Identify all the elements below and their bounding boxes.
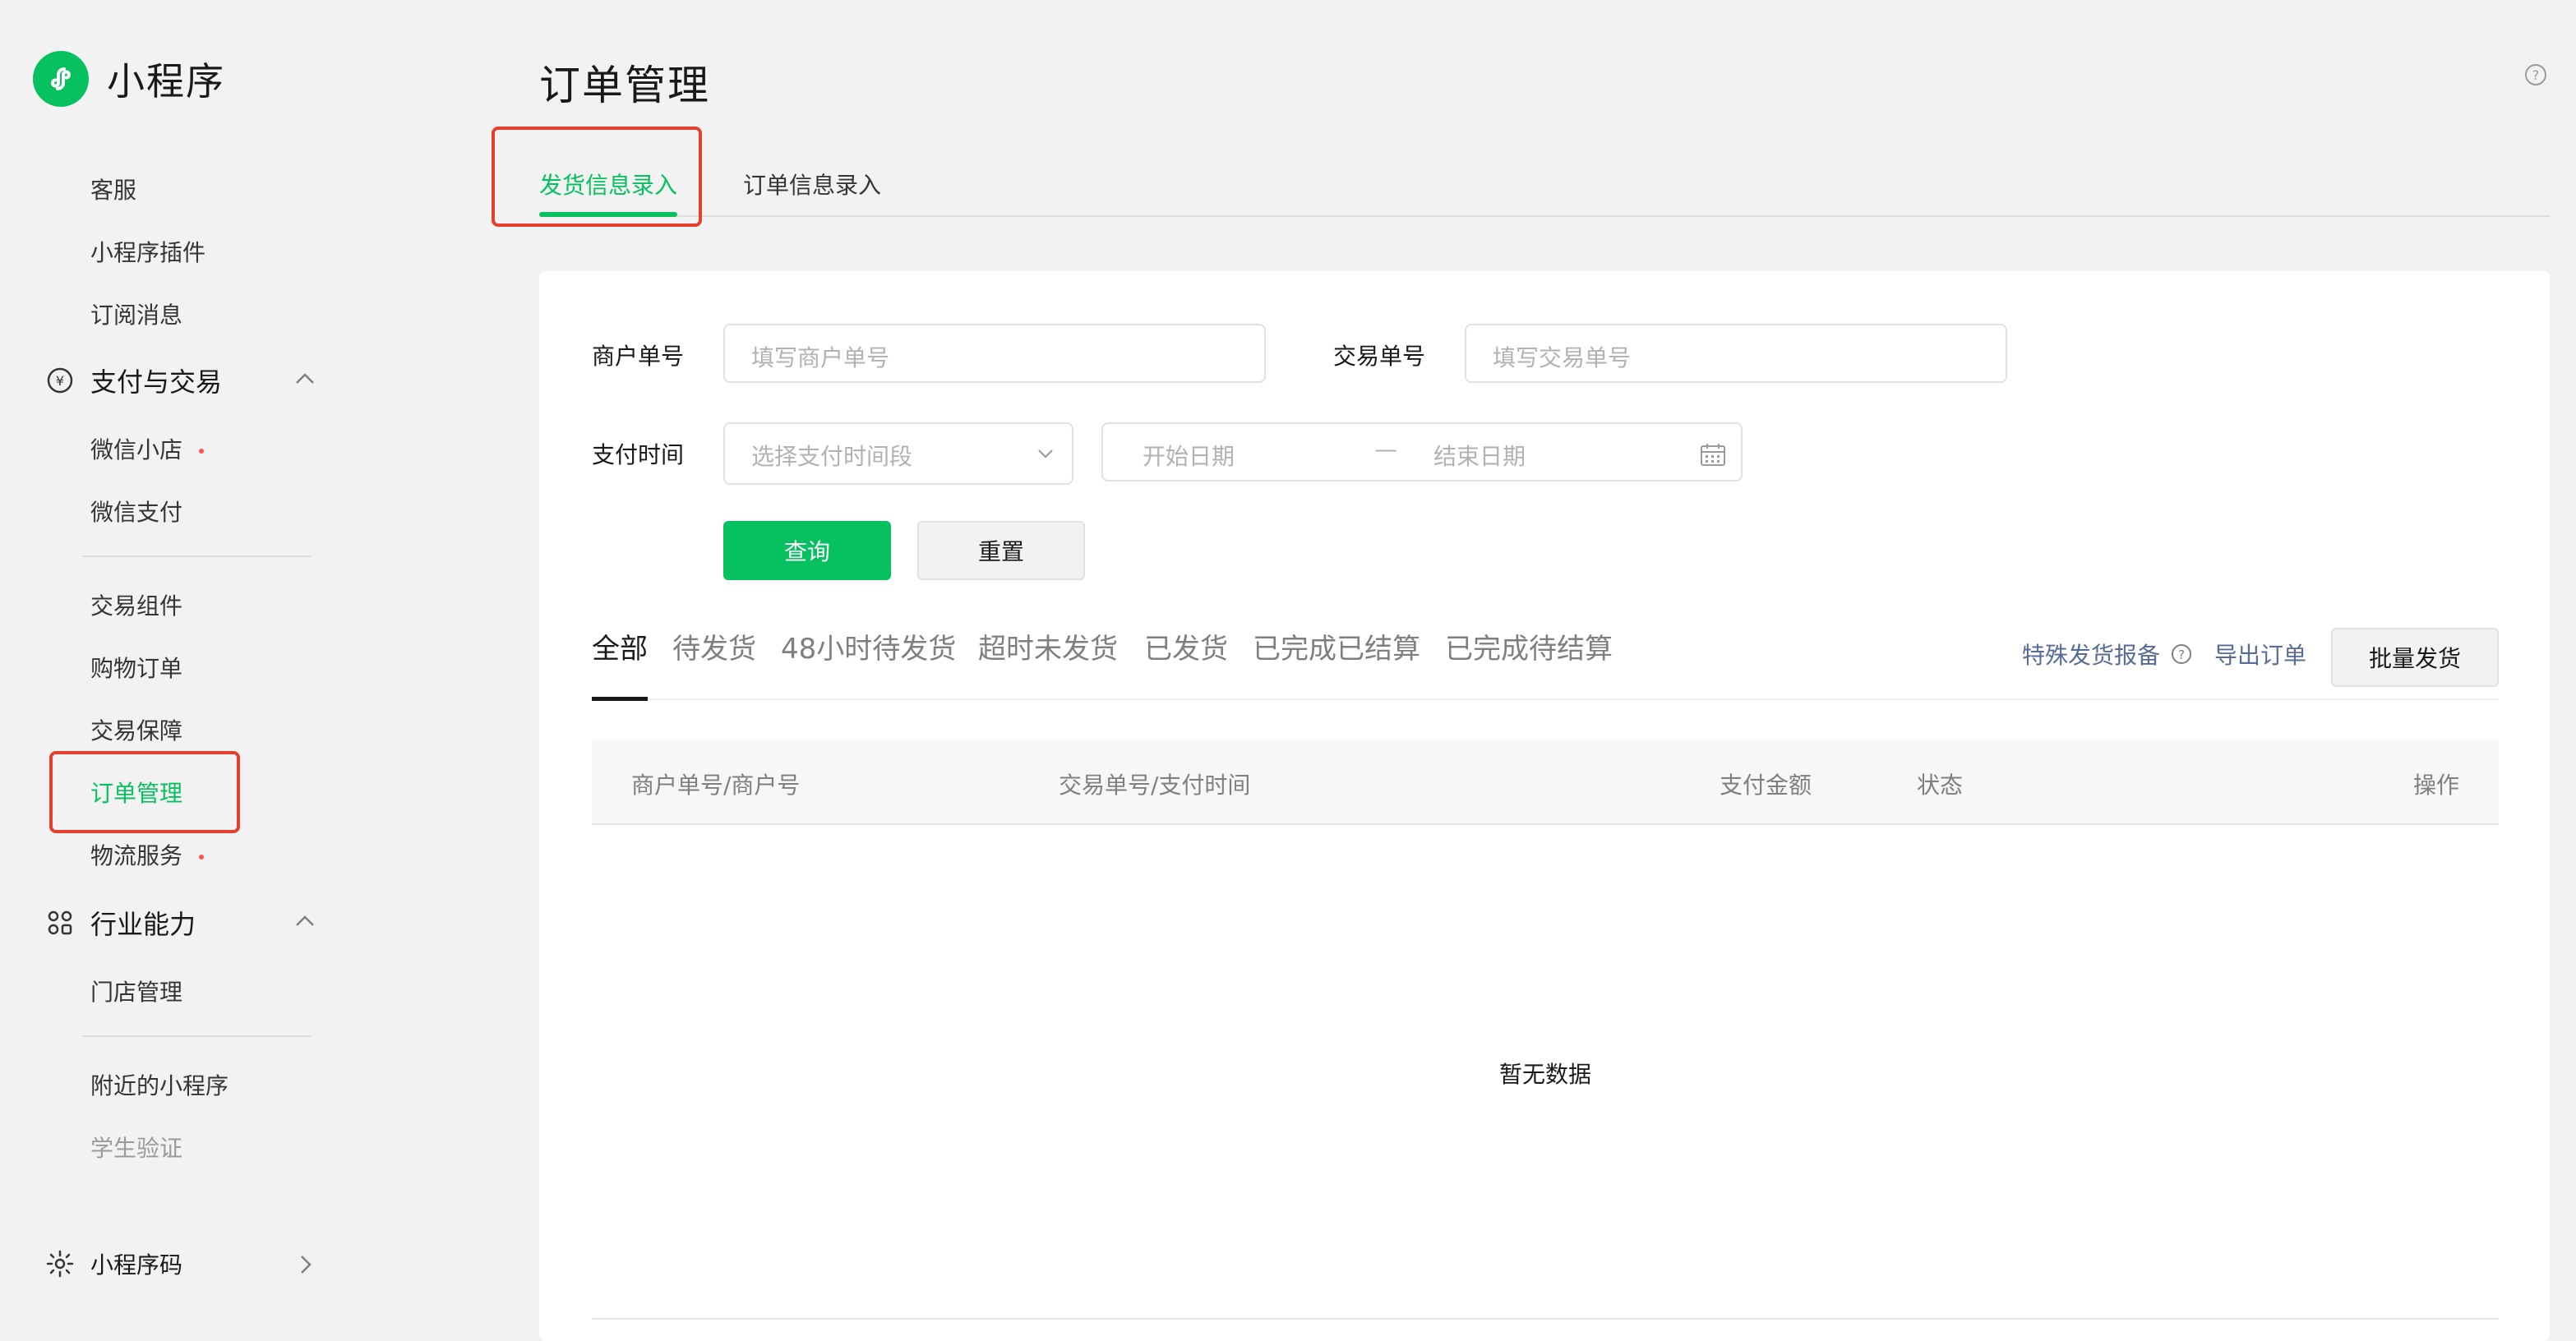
sidebar-group-label: 行业能力 [90, 909, 196, 940]
table-header: 商户单号/商户号 交易单号/支付时间 支付金额 状态 操作 [592, 740, 2499, 825]
industry-icon [44, 907, 76, 938]
mini-program-logo-icon [33, 51, 89, 107]
pay-time-select[interactable]: 选择支付时间段 [723, 422, 1073, 485]
filter-tab-settled[interactable]: 已完成已结算 [1253, 626, 1420, 666]
highlight-box-sidebar [49, 751, 240, 833]
sidebar-item-plugins[interactable]: 小程序插件 [90, 235, 205, 268]
sidebar-item-label: 物流服务 [90, 842, 183, 869]
calendar-icon [1701, 444, 1725, 466]
pay-time-placeholder: 选择支付时间段 [751, 443, 913, 470]
end-date-placeholder: 结束日期 [1433, 443, 1526, 470]
sidebar-divider [82, 555, 311, 557]
sidebar-item-shopping-orders[interactable]: 购物订单 [90, 651, 182, 684]
tabs-divider [539, 215, 2550, 217]
sidebar-group-label: 支付与交易 [90, 366, 223, 398]
brand-name: 小程序 [107, 59, 225, 104]
sidebar-item-wechat-shop[interactable]: 微信小店 [90, 432, 205, 465]
query-button[interactable]: 查询 [723, 521, 891, 580]
date-range-picker[interactable]: 开始日期 — 结束日期 [1101, 422, 1743, 482]
filter-tab-48h[interactable]: 48小时待发货 [781, 626, 956, 666]
highlight-box-tab [492, 127, 702, 227]
notification-dot [199, 855, 205, 859]
column-merchant: 商户单号/商户号 [631, 772, 801, 799]
sidebar-item-store-management[interactable]: 门店管理 [90, 975, 182, 1007]
trade-order-placeholder: 填写交易单号 [1493, 344, 1632, 371]
chevron-up-icon[interactable] [293, 909, 317, 933]
app-root: 小程序 客服 小程序插件 订阅消息 ¥ 支付与交易 微信小店 微信支付 交易组件… [0, 0, 2576, 1341]
special-report-label: 特殊发货报备 [2022, 642, 2161, 669]
chevron-up-icon[interactable] [293, 366, 317, 391]
page-title: 订单管理 [539, 62, 710, 109]
svg-text:?: ? [2178, 647, 2185, 662]
filter-tab-shipped[interactable]: 已发货 [1144, 626, 1228, 666]
special-report-link[interactable]: 特殊发货报备 ? [2022, 638, 2193, 670]
svg-text:¥: ¥ [56, 373, 64, 389]
start-date-placeholder: 开始日期 [1143, 443, 1235, 470]
sidebar-item-customer-service[interactable]: 客服 [90, 173, 136, 205]
help-icon[interactable]: ? [2523, 62, 2548, 87]
export-orders-link[interactable]: 导出订单 [2214, 638, 2306, 670]
filter-tab-to-settle[interactable]: 已完成待结算 [1445, 626, 1613, 666]
column-amount: 支付金额 [1720, 772, 1812, 799]
sidebar-item-label: 微信小店 [90, 436, 183, 463]
sidebar-item-student-verify[interactable]: 学生验证 [90, 1131, 182, 1164]
column-status: 状态 [1917, 772, 1964, 799]
active-filter-indicator [592, 697, 648, 701]
sidebar-item-wechat-pay[interactable]: 微信支付 [90, 495, 182, 528]
filter-tab-pending[interactable]: 待发货 [672, 626, 756, 666]
pay-time-label: 支付时间 [592, 441, 685, 468]
sun-icon [44, 1248, 76, 1279]
sidebar-group-payment[interactable]: ¥ 支付与交易 [44, 362, 222, 399]
reset-button[interactable]: 重置 [917, 521, 1085, 580]
sidebar-item-nearby[interactable]: 附近的小程序 [90, 1068, 229, 1101]
sidebar: 小程序 客服 小程序插件 订阅消息 ¥ 支付与交易 微信小店 微信支付 交易组件… [0, 0, 375, 1341]
svg-text:?: ? [2532, 67, 2540, 83]
chevron-down-icon [1038, 449, 1053, 459]
tab-order-info[interactable]: 订单信息录入 [743, 168, 881, 200]
filter-tab-all[interactable]: 全部 [592, 626, 648, 666]
sidebar-group-label: 小程序码 [90, 1251, 183, 1279]
sidebar-divider [82, 1035, 311, 1037]
sidebar-item-trade-component[interactable]: 交易组件 [90, 588, 182, 621]
merchant-order-input[interactable]: 填写商户单号 [723, 324, 1266, 383]
filter-tab-overdue[interactable]: 超时未发货 [978, 626, 1118, 666]
sidebar-item-subscription[interactable]: 订阅消息 [90, 297, 182, 330]
filter-divider [592, 698, 2499, 700]
sidebar-group-code[interactable]: 小程序码 [44, 1247, 182, 1280]
notification-dot [199, 449, 205, 454]
batch-ship-button[interactable]: 批量发货 [2331, 628, 2499, 687]
sidebar-item-logistics[interactable]: 物流服务 [90, 838, 205, 871]
help-icon[interactable]: ? [2170, 643, 2193, 666]
empty-state-text: 暂无数据 [1499, 1061, 1592, 1088]
merchant-order-placeholder: 填写商户单号 [751, 344, 890, 371]
trade-order-label: 交易单号 [1333, 343, 1426, 370]
sidebar-item-trade-guarantee[interactable]: 交易保障 [90, 713, 182, 746]
merchant-order-label: 商户单号 [592, 343, 685, 370]
date-separator: — [1374, 435, 1397, 463]
yen-circle-icon: ¥ [44, 365, 76, 396]
column-trade: 交易单号/支付时间 [1059, 772, 1251, 799]
trade-order-input[interactable]: 填写交易单号 [1465, 324, 2007, 383]
column-actions: 操作 [2413, 772, 2460, 799]
brand[interactable]: 小程序 [33, 51, 225, 107]
table-bottom-line [592, 1318, 2499, 1320]
sidebar-group-industry[interactable]: 行业能力 [44, 904, 196, 942]
chevron-right-icon[interactable] [293, 1252, 317, 1277]
